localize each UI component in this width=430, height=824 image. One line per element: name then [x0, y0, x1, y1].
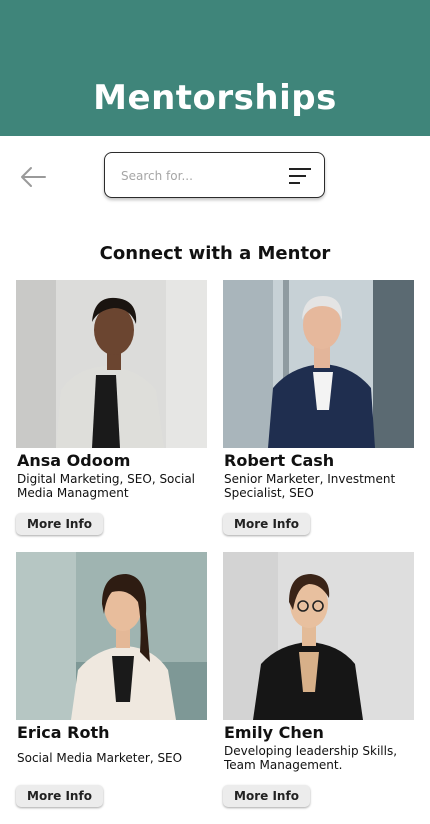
section-title: Connect with a Mentor	[99, 243, 331, 264]
more-info-button[interactable]: More Info	[16, 513, 103, 535]
mentor-name: Robert Cash	[224, 451, 335, 470]
more-info-button[interactable]: More Info	[16, 785, 103, 807]
mentor-description: Developing leadership Skills, Team Manag…	[224, 744, 398, 772]
mentor-description: Social Media Marketer, SEO	[17, 751, 183, 765]
back-arrow-icon	[21, 167, 46, 187]
mentor-description: Senior Marketer, Investment Specialist, …	[224, 472, 396, 500]
more-info-button[interactable]: More Info	[223, 513, 310, 535]
search-input[interactable]	[121, 165, 271, 187]
mentor-description: Digital Marketing, SEO, Social Media Man…	[17, 472, 196, 500]
filter-icon[interactable]	[288, 167, 312, 185]
page-title: Mentorships	[93, 78, 337, 118]
mentor-photo	[223, 552, 414, 720]
header-bar: Mentorships	[0, 0, 430, 136]
more-info-button[interactable]: More Info	[223, 785, 310, 807]
mentor-name: Emily Chen	[224, 723, 324, 742]
mentor-photo	[16, 280, 207, 448]
mentor-photo	[223, 280, 414, 448]
search-bar	[104, 152, 325, 198]
mentor-name: Erica Roth	[17, 723, 110, 742]
back-button[interactable]	[18, 162, 48, 192]
mentor-name: Ansa Odoom	[17, 451, 131, 470]
mentor-photo	[16, 552, 207, 720]
